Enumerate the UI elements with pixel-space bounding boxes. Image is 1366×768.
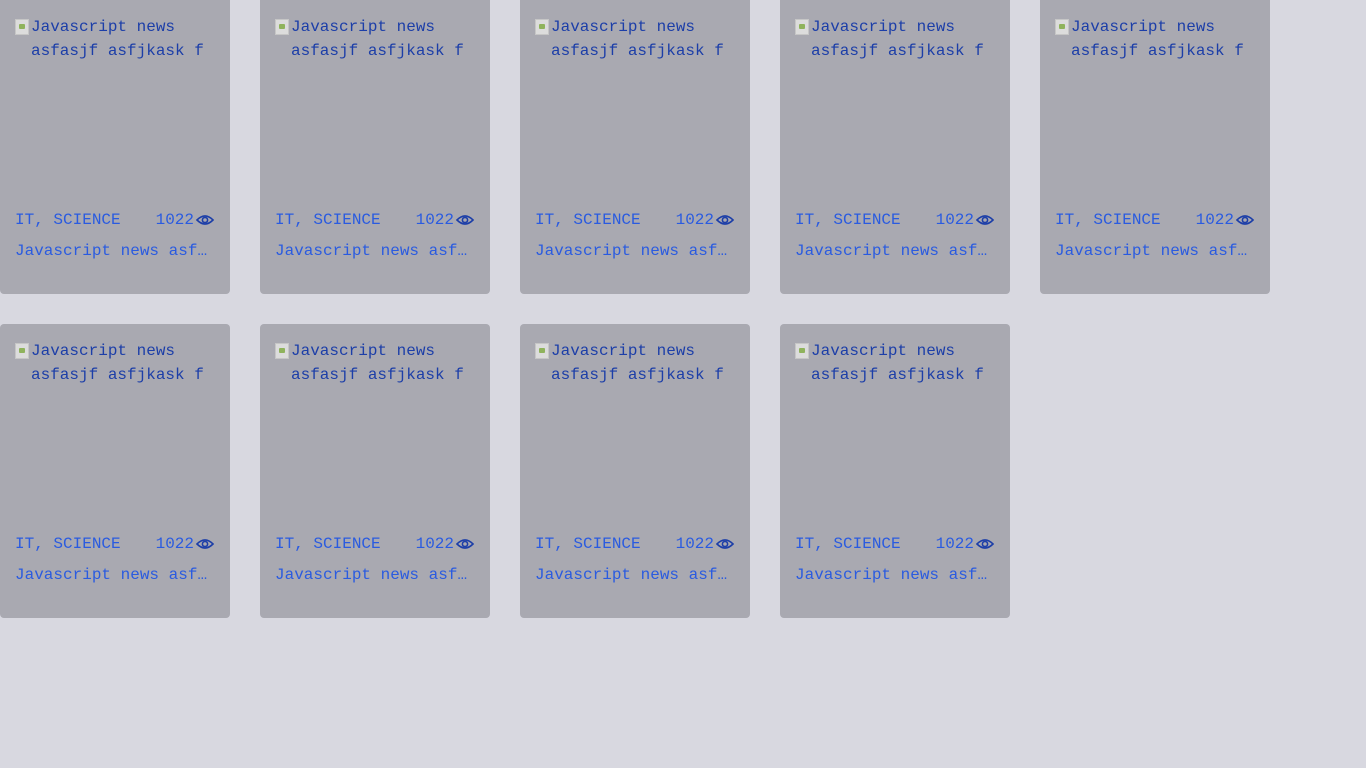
news-card[interactable]: Javascript news asfasjf asfjkask f IT, S…	[260, 0, 490, 294]
news-thumbnail[interactable]: Javascript news asfasjf asfjkask f	[535, 15, 735, 210]
category-link[interactable]: IT, SCIENCE	[535, 534, 645, 554]
card-meta: IT, SCIENCE 1022	[535, 210, 735, 230]
thumbnail-alt-text: Javascript news asfasjf asfjkask f	[811, 18, 984, 60]
view-count: 1022	[676, 534, 735, 554]
broken-image-icon	[795, 343, 809, 359]
eye-icon	[195, 539, 215, 549]
card-meta: IT, SCIENCE 1022	[15, 534, 215, 554]
news-card[interactable]: Javascript news asfasjf asfjkask f IT, S…	[1040, 0, 1270, 294]
eye-icon	[1235, 215, 1255, 225]
news-title-link[interactable]: Javascript news asfasjf asfjkask f	[795, 241, 990, 261]
thumbnail-alt-text: Javascript news asfasjf asfjkask f	[31, 342, 204, 384]
card-meta: IT, SCIENCE 1022	[275, 534, 475, 554]
news-thumbnail[interactable]: Javascript news asfasjf asfjkask f	[1055, 15, 1255, 210]
news-thumbnail[interactable]: Javascript news asfasjf asfjkask f	[15, 15, 215, 210]
category-link[interactable]: IT, SCIENCE	[795, 210, 905, 230]
news-thumbnail[interactable]: Javascript news asfasjf asfjkask f	[795, 15, 995, 210]
category-link[interactable]: IT, SCIENCE	[1055, 210, 1165, 230]
news-title-link[interactable]: Javascript news asfasjf asfjkask f	[1055, 241, 1250, 261]
eye-icon	[975, 215, 995, 225]
view-count: 1022	[1196, 210, 1255, 230]
news-thumbnail[interactable]: Javascript news asfasjf asfjkask f	[275, 339, 475, 534]
category-link[interactable]: IT, SCIENCE	[275, 534, 385, 554]
broken-image-icon	[1055, 19, 1069, 35]
broken-image-icon	[275, 19, 289, 35]
news-thumbnail[interactable]: Javascript news asfasjf asfjkask f	[795, 339, 995, 534]
broken-image-icon	[795, 19, 809, 35]
broken-image-icon	[15, 19, 29, 35]
news-title-link[interactable]: Javascript news asfasjf asfjkask f	[535, 565, 730, 585]
view-count-value: 1022	[935, 535, 974, 553]
eye-icon	[455, 215, 475, 225]
news-card[interactable]: Javascript news asfasjf asfjkask f IT, S…	[0, 0, 230, 294]
news-thumbnail[interactable]: Javascript news asfasjf asfjkask f	[15, 339, 215, 534]
news-card[interactable]: Javascript news asfasjf asfjkask f IT, S…	[0, 324, 230, 618]
view-count-value: 1022	[935, 211, 974, 229]
view-count-value: 1022	[675, 211, 714, 229]
broken-image-icon	[275, 343, 289, 359]
thumbnail-alt-text: Javascript news asfasjf asfjkask f	[1071, 18, 1244, 60]
view-count-value: 1022	[1195, 211, 1234, 229]
category-link[interactable]: IT, SCIENCE	[535, 210, 645, 230]
card-meta: IT, SCIENCE 1022	[275, 210, 475, 230]
news-title-link[interactable]: Javascript news asfasjf asfjkask f	[275, 241, 470, 261]
news-card[interactable]: Javascript news asfasjf asfjkask f IT, S…	[520, 324, 750, 618]
news-card[interactable]: Javascript news asfasjf asfjkask f IT, S…	[780, 324, 1010, 618]
news-title-link[interactable]: Javascript news asfasjf asfjkask f	[15, 565, 210, 585]
eye-icon	[195, 215, 215, 225]
category-link[interactable]: IT, SCIENCE	[15, 534, 125, 554]
view-count: 1022	[156, 210, 215, 230]
thumbnail-alt-text: Javascript news asfasjf asfjkask f	[551, 18, 724, 60]
news-title-link[interactable]: Javascript news asfasjf asfjkask f	[535, 241, 730, 261]
news-title-link[interactable]: Javascript news asfasjf asfjkask f	[795, 565, 990, 585]
view-count: 1022	[676, 210, 735, 230]
eye-icon	[715, 215, 735, 225]
category-link[interactable]: IT, SCIENCE	[795, 534, 905, 554]
category-link[interactable]: IT, SCIENCE	[275, 210, 385, 230]
thumbnail-alt-text: Javascript news asfasjf asfjkask f	[291, 342, 464, 384]
thumbnail-alt-text: Javascript news asfasjf asfjkask f	[811, 342, 984, 384]
broken-image-icon	[15, 343, 29, 359]
news-card[interactable]: Javascript news asfasjf asfjkask f IT, S…	[520, 0, 750, 294]
view-count-value: 1022	[155, 535, 194, 553]
news-thumbnail[interactable]: Javascript news asfasjf asfjkask f	[535, 339, 735, 534]
thumbnail-alt-text: Javascript news asfasjf asfjkask f	[291, 18, 464, 60]
news-card[interactable]: Javascript news asfasjf asfjkask f IT, S…	[780, 0, 1010, 294]
card-meta: IT, SCIENCE 1022	[795, 534, 995, 554]
broken-image-icon	[535, 343, 549, 359]
view-count-value: 1022	[675, 535, 714, 553]
view-count: 1022	[156, 534, 215, 554]
card-meta: IT, SCIENCE 1022	[15, 210, 215, 230]
eye-icon	[455, 539, 475, 549]
news-title-link[interactable]: Javascript news asfasjf asfjkask f	[275, 565, 470, 585]
news-card[interactable]: Javascript news asfasjf asfjkask f IT, S…	[260, 324, 490, 618]
card-meta: IT, SCIENCE 1022	[535, 534, 735, 554]
broken-image-icon	[535, 19, 549, 35]
category-link[interactable]: IT, SCIENCE	[15, 210, 125, 230]
view-count: 1022	[936, 210, 995, 230]
thumbnail-alt-text: Javascript news asfasjf asfjkask f	[551, 342, 724, 384]
thumbnail-alt-text: Javascript news asfasjf asfjkask f	[31, 18, 204, 60]
news-grid: Javascript news asfasjf asfjkask f IT, S…	[0, 0, 1366, 768]
view-count: 1022	[936, 534, 995, 554]
view-count-value: 1022	[155, 211, 194, 229]
card-meta: IT, SCIENCE 1022	[1055, 210, 1255, 230]
news-thumbnail[interactable]: Javascript news asfasjf asfjkask f	[275, 15, 475, 210]
view-count: 1022	[416, 210, 475, 230]
view-count: 1022	[416, 534, 475, 554]
view-count-value: 1022	[415, 211, 454, 229]
eye-icon	[715, 539, 735, 549]
view-count-value: 1022	[415, 535, 454, 553]
card-meta: IT, SCIENCE 1022	[795, 210, 995, 230]
news-title-link[interactable]: Javascript news asfasjf asfjkask f	[15, 241, 210, 261]
eye-icon	[975, 539, 995, 549]
